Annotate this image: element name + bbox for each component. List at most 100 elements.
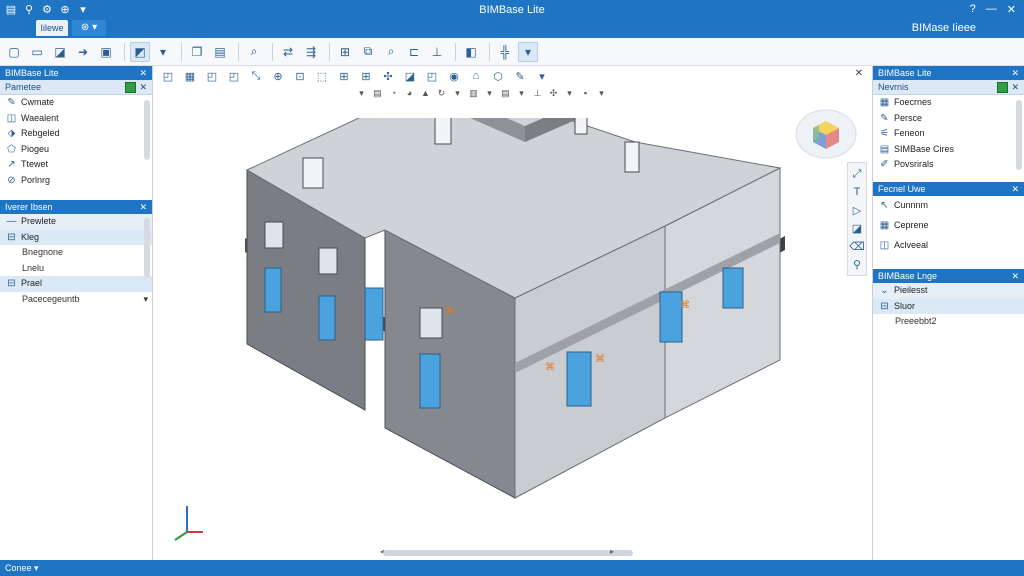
select-icon[interactable]: ▷ xyxy=(849,201,865,219)
tool-item[interactable]: ◫ Waealent xyxy=(0,111,152,127)
tool-item[interactable]: ⬠ Piogeu xyxy=(0,142,152,158)
view-tool-icon[interactable]: ⊕ xyxy=(269,68,287,84)
list-item[interactable]: Lnelu xyxy=(0,261,152,277)
view-tool-icon[interactable]: ⊞ xyxy=(335,68,353,84)
lower-scrollbar[interactable] xyxy=(144,218,150,278)
list-item[interactable]: ⊟ Kleg xyxy=(0,229,152,245)
text-icon[interactable]: T xyxy=(849,183,865,201)
list-item[interactable]: ↖ Cunnnm xyxy=(873,196,1024,216)
grid-icon[interactable]: ╬ xyxy=(495,42,515,62)
horizontal-scrollbar[interactable] xyxy=(383,550,633,556)
minimize-icon[interactable]: — xyxy=(986,3,997,16)
view-mode-icon[interactable]: ✣ xyxy=(547,88,560,99)
3d-viewport[interactable]: ◰ ▦ ◰ ◰ ⤡ ⊕ ⊡ ⬚ ⊞ ⊞ ✣ ◪ ◰ ◉ ⌂ ⬡ ✎ ▾ ✕ ▾ … xyxy=(155,66,871,560)
view-tool-icon[interactable]: ◰ xyxy=(203,68,221,84)
view-icon[interactable]: ◧ xyxy=(461,42,481,62)
chevron-down-icon[interactable]: ▾ xyxy=(451,88,464,99)
measure-icon[interactable]: ⌕ xyxy=(381,42,401,62)
save-icon[interactable]: ◪ xyxy=(50,42,70,62)
mirror-icon[interactable]: ⧉ xyxy=(358,42,378,62)
list-item[interactable]: Preeebbt2 xyxy=(873,314,1024,330)
property-item[interactable]: ✎ Persce xyxy=(873,111,1024,127)
open-icon[interactable]: ▭ xyxy=(27,42,47,62)
scroll-right-icon[interactable]: ▸ xyxy=(610,547,614,556)
export-icon[interactable]: ➜ xyxy=(73,42,93,62)
view-tool-icon[interactable]: ⤡ xyxy=(247,68,265,84)
view-mode-icon[interactable]: ⊥ xyxy=(531,88,544,99)
view-tool-icon[interactable]: ⌂ xyxy=(467,68,485,84)
view-tool-icon[interactable]: ⊡ xyxy=(291,68,309,84)
view-tool-icon[interactable]: ◰ xyxy=(225,68,243,84)
close-icon[interactable]: ✕ xyxy=(1011,269,1019,283)
view-tool-icon[interactable]: ◉ xyxy=(445,68,463,84)
chevron-down-icon[interactable]: ▾ xyxy=(533,68,551,84)
view-tool-icon[interactable]: ⊞ xyxy=(357,68,375,84)
list-item[interactable]: ⊟ Sluor xyxy=(873,298,1024,314)
copy-move-icon[interactable]: ⇶ xyxy=(301,42,321,62)
view-mode-icon[interactable]: ▤ xyxy=(371,88,384,99)
list-item[interactable]: — Prewlete xyxy=(0,214,152,230)
tool-item[interactable]: ⬗ Rebgeled xyxy=(0,126,152,142)
new-icon[interactable]: ▢ xyxy=(4,42,24,62)
tool-item[interactable]: ✎ Cwmate xyxy=(0,95,152,111)
view-mode-icon[interactable]: ↻ xyxy=(435,88,448,99)
view-mode-icon[interactable]: ◔ xyxy=(387,88,400,98)
pan-icon[interactable]: ⤢ xyxy=(849,165,865,183)
chevron-down-icon[interactable]: ▾ xyxy=(34,563,39,573)
chevron-down-icon[interactable]: ▾ xyxy=(143,292,148,308)
left-scrollbar[interactable] xyxy=(144,100,150,160)
list-item[interactable]: Bnegnone xyxy=(0,245,152,261)
property-item[interactable]: ▤ SIMBase Cires xyxy=(873,142,1024,158)
view-cube[interactable] xyxy=(795,108,857,160)
select-icon[interactable]: ◩ xyxy=(130,41,150,62)
align-icon[interactable]: ⊞ xyxy=(335,42,355,62)
chevron-down-icon[interactable]: ▾ xyxy=(355,88,368,99)
chevron-down-icon[interactable]: ▾ xyxy=(515,88,528,99)
list-item[interactable]: ◫ Aclveeal xyxy=(873,236,1024,256)
view-tool-icon[interactable]: ◰ xyxy=(423,68,441,84)
help-icon[interactable]: ? xyxy=(970,3,976,16)
chevron-down-icon[interactable]: ▾ xyxy=(153,42,173,62)
property-item[interactable]: ✐ Povsrirals xyxy=(873,157,1024,173)
close-icon[interactable]: ✕ xyxy=(1011,182,1019,196)
view-mode-icon[interactable]: ▤ xyxy=(499,88,512,99)
close-icon[interactable]: ✕ xyxy=(139,200,147,214)
list-item[interactable]: Pacecegeuntb ▾ xyxy=(0,292,152,308)
property-item[interactable]: ▦ Foecrnes xyxy=(873,95,1024,111)
eraser-icon[interactable]: ⌫ xyxy=(849,237,865,255)
tool-item[interactable]: ↗ Ttewet xyxy=(0,157,152,173)
view-tool-icon[interactable]: ⬚ xyxy=(313,68,331,84)
view-mode-icon[interactable]: ◕ xyxy=(403,88,416,98)
view-tool-icon[interactable]: ◰ xyxy=(159,68,177,84)
close-icon[interactable]: ✕ xyxy=(1011,80,1019,95)
view-mode-icon[interactable]: ▲ xyxy=(419,88,432,98)
list-item[interactable]: ⊟ Prael xyxy=(0,276,152,292)
view-tool-icon[interactable]: ✎ xyxy=(511,68,529,84)
list-item[interactable]: ▦ Ceprene xyxy=(873,216,1024,236)
building-model[interactable]: ⌘ ⌘ ⌘ ⌘ xyxy=(235,118,795,518)
pin-icon[interactable]: ⚲ xyxy=(849,255,865,273)
view-mode-icon[interactable]: ▪ xyxy=(579,88,592,98)
move-icon[interactable]: ⇄ xyxy=(278,42,298,62)
close-icon[interactable]: ✕ xyxy=(1007,3,1016,16)
view-tool-icon[interactable]: ▦ xyxy=(181,68,199,84)
copy-icon[interactable]: ❐ xyxy=(187,42,207,62)
dimension-icon[interactable]: ⊏ xyxy=(404,42,424,62)
grid-view-icon[interactable] xyxy=(125,82,136,93)
close-icon[interactable]: ✕ xyxy=(139,80,147,95)
zoom-icon[interactable]: ⌕ xyxy=(244,42,264,62)
chevron-down-icon[interactable]: ▾ xyxy=(595,88,608,99)
close-icon[interactable]: ✕ xyxy=(1011,66,1019,80)
property-item[interactable]: ⚟ Feneon xyxy=(873,126,1024,142)
view-mode-icon[interactable]: ▾ xyxy=(483,88,496,99)
grid-view-icon[interactable] xyxy=(997,82,1008,93)
close-icon[interactable]: ✕ xyxy=(139,66,147,80)
paste-icon[interactable]: ▤ xyxy=(210,42,230,62)
measure-icon[interactable]: ◪ xyxy=(849,219,865,237)
chevron-down-icon[interactable]: ▾ xyxy=(563,88,576,99)
view-tool-icon[interactable]: ◪ xyxy=(401,68,419,84)
close-icon[interactable]: ✕ xyxy=(855,68,863,79)
axis-icon[interactable]: ⊥ xyxy=(427,42,447,62)
view-tool-icon[interactable]: ✣ xyxy=(379,68,397,84)
view-mode-icon[interactable]: ▥ xyxy=(467,88,480,99)
